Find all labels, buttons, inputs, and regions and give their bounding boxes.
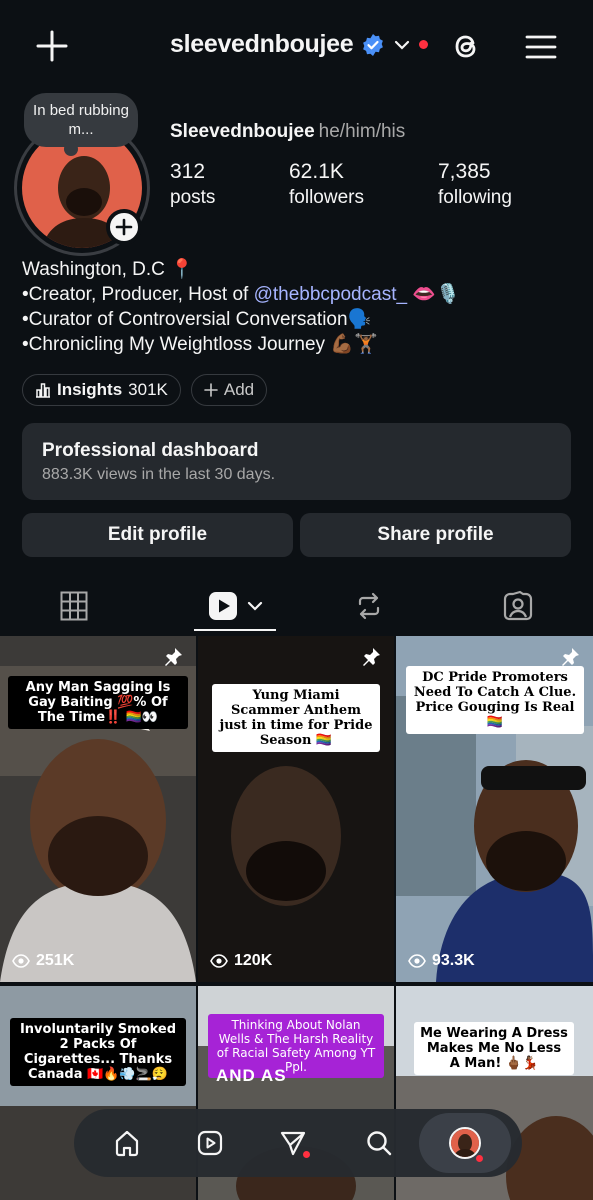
insights-pill[interactable]: Insights 301K [22, 374, 181, 406]
active-tab-indicator [194, 629, 276, 631]
username: sleevednboujee [170, 30, 354, 58]
nav-profile[interactable] [419, 1113, 511, 1173]
profile-note-bubble[interactable]: In bed rubbing m... [24, 93, 138, 156]
create-plus-icon[interactable] [34, 28, 70, 64]
tab-grid[interactable] [54, 586, 94, 626]
eye-icon [210, 954, 228, 968]
following-stat[interactable]: 7,385 following [438, 160, 512, 209]
view-count: 93.3K [432, 952, 475, 969]
reel-views: 251K [12, 952, 74, 970]
posts-stat: 312 posts [170, 160, 215, 209]
chevron-down-icon [247, 601, 263, 611]
bio-text: •Creator, Producer, Host of [22, 284, 254, 305]
add-pill[interactable]: Add [190, 374, 268, 406]
followers-label: followers [289, 187, 364, 208]
chevron-down-icon[interactable] [393, 36, 411, 54]
search-icon [367, 1131, 392, 1156]
plus-icon [204, 383, 218, 397]
repost-icon [358, 592, 380, 620]
pin-icon [165, 648, 182, 666]
tab-tagged[interactable] [498, 586, 538, 626]
nav-profile-avatar [449, 1127, 481, 1159]
insights-value: 301K [128, 380, 168, 399]
reel-caption: Yung Miami Scammer Anthem just in time f… [212, 684, 380, 752]
profile-tabs [0, 580, 593, 632]
bio-emoji: 👄🎙️ [407, 284, 460, 305]
bottom-nav [74, 1109, 522, 1177]
plus-icon [115, 218, 133, 236]
home-icon [115, 1130, 139, 1157]
tab-reposts[interactable] [349, 586, 389, 626]
reel-caption: Involuntarily Smoked 2 Packs Of Cigarett… [10, 1018, 186, 1086]
nav-reels[interactable] [190, 1123, 230, 1163]
eye-icon [12, 954, 30, 968]
profile-notification-dot [476, 1155, 483, 1162]
dashboard-title: Professional dashboard [42, 440, 259, 461]
grid-icon [60, 591, 88, 621]
view-count: 251K [36, 952, 75, 969]
following-label: following [438, 187, 512, 208]
share-profile-button[interactable]: Share profile [300, 513, 571, 557]
bio-line-location: Washington, D.C 📍 [22, 259, 194, 280]
reel-caption: Me Wearing A Dress Makes Me No Less A Ma… [414, 1022, 574, 1075]
edit-profile-button[interactable]: Edit profile [22, 513, 293, 557]
podcast-mention-link[interactable]: @thebbcpodcast_ [254, 284, 407, 305]
tagged-person-icon [503, 590, 533, 621]
reels-icon [209, 592, 237, 620]
display-name-text: Sleevednboujee [170, 121, 315, 142]
reels-icon [197, 1130, 223, 1156]
account-switcher[interactable]: sleevednboujee [170, 30, 429, 59]
followers-count: 62.1K [289, 160, 344, 183]
bio: Washington, D.C 📍 •Creator, Producer, Ho… [22, 257, 460, 357]
hamburger-menu-icon[interactable] [524, 30, 558, 64]
reel-views: 120K [210, 952, 272, 970]
reel-overlay-text: AND AS [216, 1066, 287, 1085]
bio-line-journey: •Chronicling My Weightloss Journey 💪🏾🏋🏾 [22, 334, 378, 355]
posts-count: 312 [170, 160, 206, 183]
followers-stat[interactable]: 62.1K followers [289, 160, 364, 209]
profile-pills: Insights 301K Add [22, 374, 268, 406]
grid-reel-3[interactable]: DC Pride Promoters Need To Catch A Clue.… [396, 636, 593, 982]
view-count: 120K [234, 952, 273, 969]
eye-icon [408, 954, 426, 968]
bio-line-curator: •Curator of Controversial Conversation🗣️ [22, 309, 372, 330]
messages-notification-dot [303, 1151, 310, 1158]
verified-badge-icon [363, 33, 384, 56]
pin-icon [363, 648, 380, 666]
display-name: Sleevednboujee he/him/his [170, 121, 405, 143]
add-label: Add [223, 380, 255, 399]
grid-reel-2[interactable]: Yung Miami Scammer Anthem just in time f… [198, 636, 394, 982]
threads-icon[interactable] [448, 28, 484, 64]
posts-label: posts [170, 187, 216, 208]
reel-caption: Any Man Sagging Is Gay Baiting 💯% Of The… [8, 676, 188, 729]
professional-dashboard[interactable]: Professional dashboard 883.3K views in t… [22, 423, 571, 500]
bio-line-creator: •Creator, Producer, Host of @thebbcpodca… [22, 282, 460, 307]
notification-dot [419, 40, 429, 49]
nav-search[interactable] [359, 1123, 399, 1163]
reel-caption: DC Pride Promoters Need To Catch A Clue.… [406, 666, 584, 734]
dashboard-subtitle: 883.3K views in the last 30 days. [42, 466, 276, 483]
pronouns: he/him/his [318, 121, 406, 142]
tab-reels[interactable] [200, 586, 270, 626]
nav-messages[interactable] [273, 1123, 313, 1163]
add-story-button[interactable] [106, 209, 142, 245]
insights-label: Insights [57, 380, 123, 399]
following-count: 7,385 [438, 160, 491, 183]
nav-home[interactable] [107, 1123, 147, 1163]
top-bar: sleevednboujee [0, 0, 593, 95]
reel-views: 93.3K [408, 952, 475, 970]
pin-icon [562, 648, 579, 666]
bar-chart-icon [36, 383, 50, 398]
grid-reel-1[interactable]: Any Man Sagging Is Gay Baiting 💯% Of The… [0, 636, 196, 982]
